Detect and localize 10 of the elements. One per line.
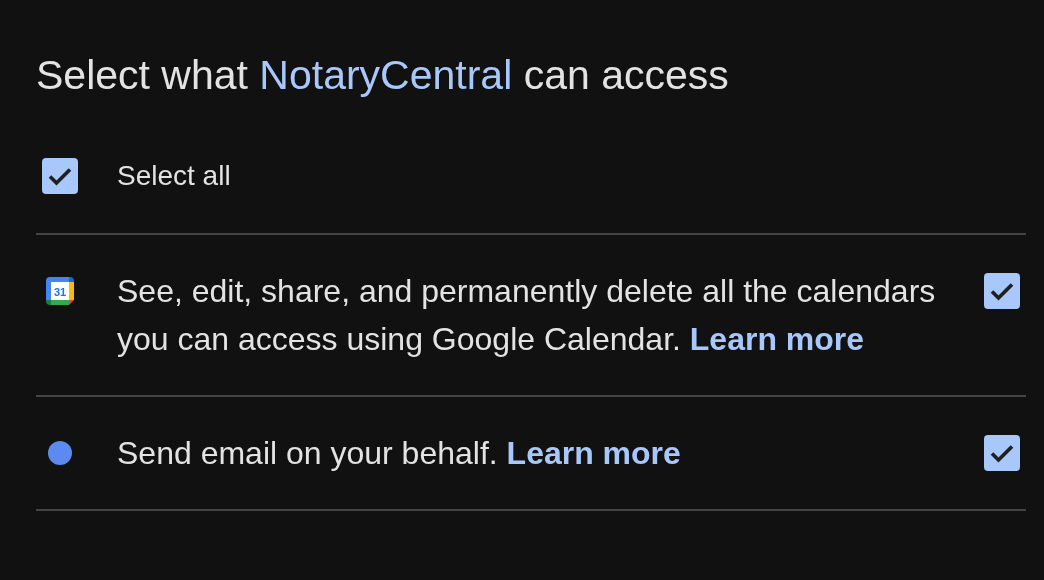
select-all-label: Select all [117,159,231,193]
permission-description: See, edit, share, and permanently delete all the calendars you can access using Google Calendar. Learn more [117,272,937,359]
checkbox[interactable] [984,273,1020,309]
checkbox[interactable] [42,158,78,194]
permission-description: Send email on your behalf. Learn more [117,434,682,473]
app-name: NotaryCentral [259,52,513,98]
learn-more-link[interactable]: Learn more [689,321,865,357]
checkbox[interactable] [984,435,1020,471]
learn-more-link[interactable]: Learn more [506,435,681,471]
dialog-title: Select what NotaryCentral can access [36,51,730,99]
